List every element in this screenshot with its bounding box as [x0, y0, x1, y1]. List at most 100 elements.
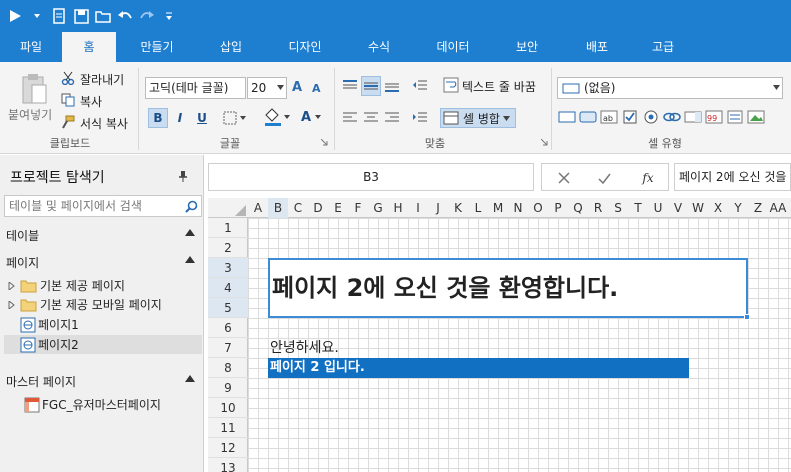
textbox-icon[interactable]: [557, 108, 577, 126]
section-master-pages[interactable]: 마스터 페이지: [6, 373, 76, 390]
save-icon[interactable]: [72, 7, 90, 25]
tab-create[interactable]: 만들기: [128, 32, 186, 62]
column-header-cell[interactable]: J: [428, 198, 448, 218]
wrap-text-icon[interactable]: [442, 76, 460, 94]
tab-file[interactable]: 파일: [8, 32, 54, 62]
function-icon[interactable]: fx: [638, 170, 658, 186]
chevron-up-icon[interactable]: [185, 374, 195, 385]
cell-style-select[interactable]: (없음): [557, 77, 783, 99]
column-header-cell[interactable]: N: [508, 198, 528, 218]
column-header-cell[interactable]: Q: [568, 198, 588, 218]
scissors-icon[interactable]: [60, 70, 76, 86]
column-header-cell[interactable]: O: [528, 198, 548, 218]
outdent-icon[interactable]: [410, 76, 430, 96]
row-header-cell[interactable]: 4: [208, 278, 248, 298]
cancel-icon[interactable]: [556, 170, 572, 186]
chevron-up-icon[interactable]: [185, 255, 195, 266]
spreadsheet-grid[interactable]: A B C D E F G H I J K L M N O P Q R S T U V W X Y Z AA 1 2 3 4 5 6 7 8 9 10…: [208, 198, 791, 472]
row-header-cell[interactable]: 5: [208, 298, 248, 318]
tree-item-page2[interactable]: 페이지2: [4, 335, 202, 354]
align-bottom-icon[interactable]: [382, 76, 402, 96]
section-pages[interactable]: 페이지: [6, 254, 39, 271]
number-icon[interactable]: 99: [704, 108, 724, 126]
column-header-cell[interactable]: U: [648, 198, 668, 218]
confirm-icon[interactable]: [596, 170, 612, 186]
tree-item-builtin-mobile-pages[interactable]: 기본 제공 모바일 페이지: [8, 295, 202, 314]
row-header-cell[interactable]: 11: [208, 418, 248, 438]
greeting-cell[interactable]: 안녕하세요.: [270, 338, 339, 358]
column-header-cell[interactable]: K: [448, 198, 468, 218]
dialog-launcher-icon[interactable]: [320, 138, 328, 146]
tab-home[interactable]: 홈: [62, 32, 116, 62]
column-header-cell[interactable]: V: [668, 198, 688, 218]
italic-button[interactable]: I: [170, 108, 190, 128]
wrap-text-button[interactable]: 텍스트 줄 바꿈: [462, 78, 536, 95]
undo-icon[interactable]: [116, 7, 134, 25]
column-header-cell[interactable]: X: [708, 198, 728, 218]
underline-button[interactable]: U: [192, 108, 212, 128]
column-header-cell[interactable]: M: [488, 198, 508, 218]
column-header-cell[interactable]: T: [628, 198, 648, 218]
select-all-icon[interactable]: [234, 204, 246, 216]
title-cell[interactable]: 페이지 2에 오신 것을 환영합니다.: [268, 258, 748, 318]
cut-button[interactable]: 잘라내기: [80, 71, 124, 88]
row-header-cell[interactable]: 9: [208, 378, 248, 398]
cell-reference-box[interactable]: B3: [208, 163, 534, 191]
font-family-select[interactable]: 고딕(테마 글꼴): [145, 77, 246, 99]
tab-advanced[interactable]: 고급: [636, 32, 690, 62]
row-header-cell[interactable]: 1: [208, 218, 248, 238]
align-center-icon[interactable]: [361, 108, 381, 128]
dropdown-arrow-icon[interactable]: [28, 7, 46, 25]
tab-formula[interactable]: 수식: [352, 32, 406, 62]
search-icon[interactable]: [184, 199, 198, 213]
dialog-launcher-icon[interactable]: [540, 138, 548, 146]
align-right-icon[interactable]: [382, 108, 402, 128]
fill-handle[interactable]: [744, 314, 750, 320]
list-view-icon[interactable]: [725, 108, 745, 126]
paste-button[interactable]: 붙여넣기: [8, 106, 52, 123]
row-header-cell[interactable]: 7: [208, 338, 248, 358]
new-document-icon[interactable]: [50, 7, 68, 25]
tab-insert[interactable]: 삽입: [204, 32, 258, 62]
column-header-cell[interactable]: R: [588, 198, 608, 218]
explorer-search-input[interactable]: 테이블 및 페이지에서 검색: [4, 195, 202, 217]
column-header-cell[interactable]: L: [468, 198, 488, 218]
open-folder-icon[interactable]: [94, 7, 112, 25]
tab-data[interactable]: 데이터: [424, 32, 482, 62]
column-header-cell[interactable]: I: [408, 198, 428, 218]
tab-design[interactable]: 디자인: [276, 32, 334, 62]
tree-item-page1[interactable]: 페이지1: [8, 315, 202, 334]
pin-icon[interactable]: [176, 169, 190, 183]
customize-toolbar-icon[interactable]: [160, 7, 178, 25]
row-header-cell[interactable]: 13: [208, 458, 248, 472]
row-header-cell[interactable]: 6: [208, 318, 248, 338]
column-header-cell[interactable]: Z: [748, 198, 768, 218]
copy-icon[interactable]: [60, 92, 76, 108]
tree-item-master-page[interactable]: FGC_유저마스터페이지: [24, 395, 161, 414]
row-header-cell[interactable]: 12: [208, 438, 248, 458]
redo-icon[interactable]: [138, 7, 156, 25]
align-middle-icon[interactable]: [361, 76, 381, 96]
combobox-icon[interactable]: [683, 108, 703, 126]
row-header-cell[interactable]: 3: [208, 258, 248, 278]
column-header-cell[interactable]: P: [548, 198, 568, 218]
image-icon[interactable]: [746, 108, 766, 126]
border-icon[interactable]: [222, 108, 248, 128]
formula-input[interactable]: 페이지 2에 오신 것을 환영합니다.: [674, 163, 791, 191]
column-header-cell[interactable]: D: [308, 198, 328, 218]
run-icon[interactable]: [6, 7, 24, 25]
font-color-icon[interactable]: A: [298, 106, 324, 128]
paste-icon[interactable]: [18, 72, 50, 106]
column-header-cell[interactable]: H: [388, 198, 408, 218]
column-header-cell[interactable]: E: [328, 198, 348, 218]
column-header-cell[interactable]: W: [688, 198, 708, 218]
radio-icon[interactable]: [641, 108, 661, 126]
column-header-cell[interactable]: S: [608, 198, 628, 218]
page-label-cell[interactable]: 페이지 2 입니다.: [268, 358, 689, 378]
row-header-cell[interactable]: 10: [208, 398, 248, 418]
align-left-icon[interactable]: [340, 108, 360, 128]
column-header-cell[interactable]: B: [268, 198, 288, 218]
merge-cells-button[interactable]: 셀 병합: [440, 108, 516, 128]
row-header-cell[interactable]: 8: [208, 358, 248, 378]
tree-item-builtin-pages[interactable]: 기본 제공 페이지: [8, 276, 202, 295]
